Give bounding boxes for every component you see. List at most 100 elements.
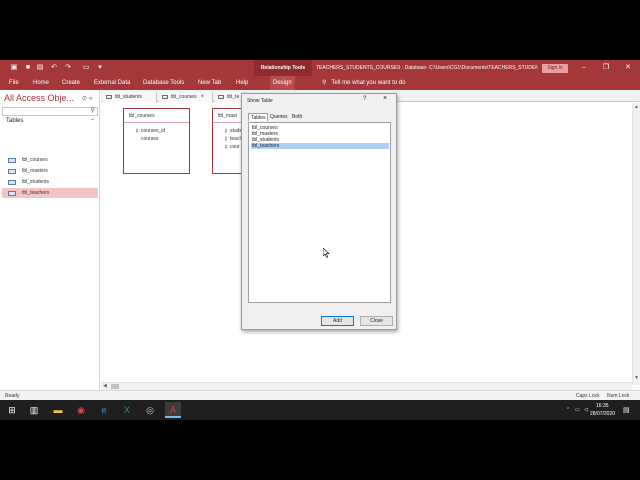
chrome-icon[interactable]: ◉ [73,402,89,418]
doc-tab-label: tbl_te [227,94,240,100]
close-window-icon[interactable]: ✕ [618,60,638,76]
table-icon [8,191,16,196]
doc-tab-tbl-students[interactable]: tbl_students [103,92,157,102]
rel-table-title[interactable]: tbl_mast [213,109,241,123]
redo-icon[interactable]: ↷ [64,64,72,72]
save-icon[interactable]: ■ [24,64,32,72]
undo-icon[interactable]: ↶ [50,64,58,72]
restore-icon[interactable]: ❐ [596,60,616,76]
tab-external-data[interactable]: External Data [94,76,130,90]
tab-new-tab[interactable]: New Tab [198,76,221,90]
scroll-up-icon[interactable]: ▲ [634,104,639,110]
clock-date[interactable]: 28/07/2020 [590,411,615,417]
table-icon [162,95,168,99]
taskbar: ⊞ ▥ ▬ ◉ e X ◎ A ⌃ ▭ ◁ 16:35 28/07/2020 ▤ [0,400,640,420]
system-tray: ⌃ ▭ ◁ 16:35 28/07/2020 ▤ [560,400,640,420]
nav-item-label: tbl_courses [22,157,48,163]
minimize-icon[interactable]: – [574,60,594,76]
show-table-dialog: Show Table ? × Tables Queries Both tbl_c… [241,93,397,330]
vertical-scrollbar[interactable]: ▲ ▼ [632,103,640,385]
tab-create[interactable]: Create [62,76,80,90]
relationships-canvas[interactable]: tbl_courses ⚷ courses_id courses tbl_mast… [101,93,631,385]
tab-design[interactable]: Design [270,76,295,90]
table-icon [8,158,16,163]
customize-toolbar-icon[interactable]: ▾ [96,64,104,72]
volume-icon[interactable]: ◁ [584,407,588,413]
help-icon[interactable]: ? [363,96,366,102]
list-item-tbl-teachers[interactable]: tbl_teachers [251,143,389,149]
title-bar: ▣ ■ ▤ ↶ ↷ ▭ ▾ Relationship Tools TEACHER… [0,60,640,76]
key-icon: ⚷ [224,128,228,134]
tab-both[interactable]: Both [290,113,304,121]
nav-item-label: tbl_students [22,179,49,185]
doc-tab-label: tbl_students [115,94,142,100]
window-title: TEACHERS_STUDENTS_COURSES : Database- C:… [316,65,538,71]
navigation-pane: All Access Obje... ⊙« ⚲ Tables ⌃ tbl_cou… [0,90,100,390]
nav-search-input[interactable]: ⚲ [2,107,98,116]
doc-tab-label: tbl_courses [171,94,197,100]
table-icon [8,180,16,185]
print-icon[interactable]: ▤ [36,64,44,72]
shutter-bar-icon[interactable]: « [89,96,94,102]
tell-me-box[interactable]: ⚲ Tell me what you want to do [322,76,405,90]
app-icon[interactable]: ◎ [142,402,158,418]
chevron-up-icon[interactable]: ⌃ [566,407,570,413]
tab-tables[interactable]: Tables [248,113,269,121]
nav-pane-title[interactable]: All Access Obje... [4,93,74,103]
dialog-title: Show Table [247,98,273,104]
table-icon [8,169,16,174]
folder-icon[interactable]: ▭ [82,64,90,72]
table-list[interactable]: tbl_courses tbl_masters tbl_students tbl… [248,122,391,303]
nav-item-label: tbl_teachers [22,190,50,196]
tab-file[interactable]: File [9,76,19,90]
tab-home[interactable]: Home [33,76,49,90]
nav-item-tbl-masters[interactable]: tbl_masters [2,166,98,176]
rel-table-tbl-courses[interactable]: tbl_courses ⚷ courses_id courses [123,108,190,174]
nav-item-tbl-courses[interactable]: tbl_courses [2,155,98,165]
close-button[interactable]: Close [360,316,393,326]
rel-field[interactable]: ⚷ courses_id [135,128,165,134]
close-tab-icon[interactable]: × [201,94,205,100]
nav-item-tbl-students[interactable]: tbl_students [2,177,98,187]
rel-field[interactable]: courses [141,136,159,142]
clock-time[interactable]: 16:35 [596,403,609,409]
tab-database-tools[interactable]: Database Tools [143,76,184,90]
file-explorer-icon[interactable]: ▬ [50,402,66,418]
lightbulb-icon: ⚲ [322,80,327,86]
scroll-thumb[interactable] [111,384,119,389]
rel-table-tbl-masters[interactable]: tbl_mast ⚷ stude ⚷ teach ⚷ cour [212,108,242,174]
tab-help[interactable]: Help [236,76,248,90]
task-view-icon[interactable]: ▥ [26,402,42,418]
tab-queries[interactable]: Queries [268,113,290,121]
nav-item-tbl-teachers[interactable]: tbl_teachers [2,188,98,198]
horizontal-scrollbar[interactable]: ◀ [101,382,632,390]
key-icon: ⚷ [224,144,228,150]
close-icon[interactable]: × [383,95,387,102]
table-icon [218,95,224,99]
chevron-down-icon[interactable]: ⊙ [82,96,89,102]
key-icon: ⚷ [135,128,139,134]
network-icon[interactable]: ▭ [575,407,580,413]
edge-icon[interactable]: e [96,402,112,418]
nav-group-tables[interactable]: Tables [6,118,23,124]
screen: ▣ ■ ▤ ↶ ↷ ▭ ▾ Relationship Tools TEACHER… [0,60,640,420]
status-bar: Ready Caps Lock Num Lock [0,390,640,400]
add-button[interactable]: Add [321,316,354,326]
sign-in-button[interactable]: Sign in [542,64,568,73]
tell-me-text: Tell me what you want to do [331,80,406,86]
scroll-down-icon[interactable]: ▼ [634,375,639,381]
nav-item-label: tbl_masters [22,168,48,174]
rel-field[interactable]: ⚷ cour [224,144,240,150]
notifications-icon[interactable]: ▤ [623,406,630,414]
access-taskbar-icon[interactable]: A [165,402,181,418]
key-icon: ⚷ [224,136,228,142]
ribbon-tabs: File Home Create External Data Database … [0,76,640,90]
doc-tab-tbl-courses[interactable]: tbl_courses × [159,92,213,102]
scroll-left-icon[interactable]: ◀ [103,383,107,389]
rel-table-title[interactable]: tbl_courses [124,109,189,123]
collapse-icon[interactable]: ⌃ [90,118,95,125]
access-app-icon: ▣ [10,64,18,71]
search-icon: ⚲ [90,108,95,114]
windows-start-icon[interactable]: ⊞ [4,402,20,418]
excel-icon[interactable]: X [119,402,135,418]
